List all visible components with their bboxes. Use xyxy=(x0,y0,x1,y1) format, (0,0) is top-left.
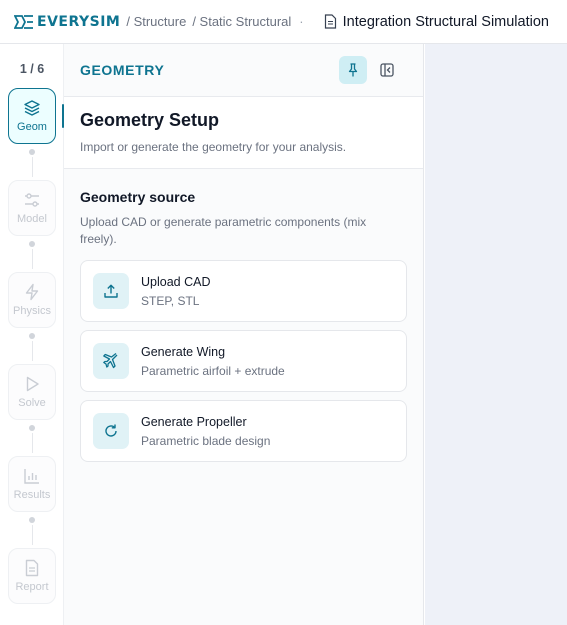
geometry-panel: GEOMETRY Geometry Setup Import or genera… xyxy=(64,44,424,625)
card-title: Generate Wing xyxy=(141,344,226,359)
breadcrumb-separator: · xyxy=(299,14,304,29)
generate-wing-card[interactable]: Generate Wing Parametric airfoil + extru… xyxy=(80,330,407,392)
lightning-icon xyxy=(25,283,39,301)
rail-connector-dot xyxy=(29,425,35,431)
rail-connector-line xyxy=(31,249,33,269)
play-icon xyxy=(26,376,39,392)
step-label: Model xyxy=(17,213,47,225)
rail-connector-line xyxy=(31,341,33,361)
upload-cad-card[interactable]: Upload CAD STEP, STL xyxy=(80,260,407,322)
setup-subtitle: Import or generate the geometry for your… xyxy=(80,140,347,154)
project-title[interactable]: Integration Structural Simulation xyxy=(343,14,549,30)
card-title: Generate Propeller xyxy=(141,414,247,429)
step-label: Geom xyxy=(17,121,47,133)
source-title: Geometry source xyxy=(80,189,196,205)
rail-connector-dot xyxy=(29,149,35,155)
panel-header: GEOMETRY xyxy=(64,44,423,97)
breadcrumb-static-structural[interactable]: / Static Structural xyxy=(192,14,291,29)
step-label: Solve xyxy=(18,397,46,409)
step-solve[interactable]: Solve xyxy=(8,364,56,420)
rail-connector-dot xyxy=(29,517,35,523)
card-title: Upload CAD xyxy=(141,274,211,289)
step-label: Report xyxy=(15,581,49,593)
card-subtitle: Parametric blade design xyxy=(141,433,271,448)
step-geom[interactable]: Geom xyxy=(8,88,56,144)
rail-connector-dot xyxy=(29,241,35,247)
layers-icon xyxy=(24,100,40,116)
step-results[interactable]: Results xyxy=(8,456,56,512)
rail-connector-dot xyxy=(29,333,35,339)
viewport-area[interactable] xyxy=(425,44,567,625)
rail-connector-line xyxy=(31,433,33,453)
card-subtitle: Parametric airfoil + extrude xyxy=(141,363,285,378)
collapse-panel-button[interactable] xyxy=(373,56,401,84)
workflow-rail: 1 / 6 Geom Model Physics Solve Results R… xyxy=(0,44,64,625)
pin-icon xyxy=(348,63,358,77)
sliders-icon xyxy=(25,193,39,207)
upload-icon xyxy=(93,273,129,309)
pin-button[interactable] xyxy=(339,56,367,84)
plane-icon xyxy=(93,343,129,379)
top-bar: EVERYSIM / Structure / Static Structural… xyxy=(0,0,567,44)
document-icon xyxy=(324,14,337,29)
collapse-left-icon xyxy=(380,63,394,77)
logo-text: EVERYSIM xyxy=(37,13,121,30)
step-label: Physics xyxy=(13,305,51,317)
step-counter: 1 / 6 xyxy=(19,62,45,76)
step-model[interactable]: Model xyxy=(8,180,56,236)
generate-propeller-card[interactable]: Generate Propeller Parametric blade desi… xyxy=(80,400,407,462)
rail-connector-line xyxy=(31,157,33,177)
step-physics[interactable]: Physics xyxy=(8,272,56,328)
logo-mark-icon xyxy=(14,14,33,29)
breadcrumb-structure[interactable]: / Structure xyxy=(126,14,186,29)
bar-chart-icon xyxy=(24,469,39,484)
panel-title: GEOMETRY xyxy=(80,62,165,78)
step-label: Results xyxy=(13,489,51,501)
logo[interactable]: EVERYSIM xyxy=(14,14,120,30)
setup-section: Geometry Setup Import or generate the ge… xyxy=(64,97,423,169)
card-subtitle: STEP, STL xyxy=(141,293,200,308)
setup-title: Geometry Setup xyxy=(80,110,220,130)
geometry-source-section: Geometry source Upload CAD or generate p… xyxy=(64,169,423,462)
document-icon xyxy=(25,559,39,577)
refresh-icon xyxy=(93,413,129,449)
source-subtitle: Upload CAD or generate parametric compon… xyxy=(80,215,367,246)
step-report[interactable]: Report xyxy=(8,548,56,604)
rail-connector-line xyxy=(31,525,33,545)
